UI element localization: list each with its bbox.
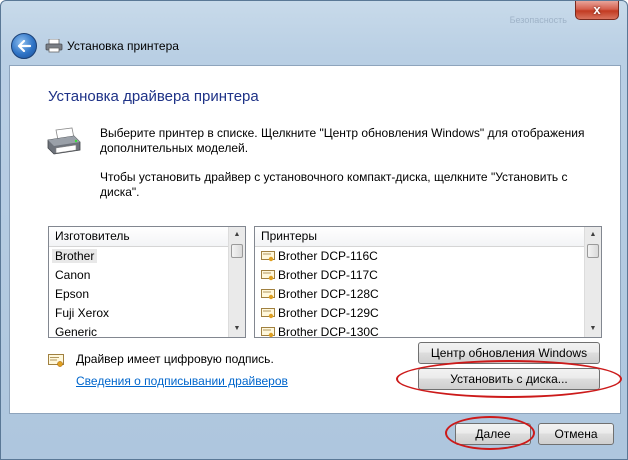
manufacturer-column-header[interactable]: Изготовитель	[49, 227, 245, 247]
list-item[interactable]: Brother DCP-128C	[255, 285, 601, 304]
scroll-thumb[interactable]	[587, 244, 599, 258]
list-item[interactable]: Brother DCP-117C	[255, 266, 601, 285]
certificate-icon	[261, 327, 275, 337]
printer-list[interactable]: Принтеры Brother DCP-116C Brother DCP-11…	[254, 226, 602, 338]
scroll-up-arrow-icon[interactable]: ▲	[585, 227, 601, 243]
signature-status-text: Драйвер имеет цифровую подпись.	[76, 352, 274, 366]
page-title: Установка принтера	[67, 39, 179, 53]
scroll-thumb[interactable]	[231, 244, 243, 258]
list-item-label: Brother DCP-128C	[278, 287, 379, 301]
next-button[interactable]: Далее	[455, 423, 531, 445]
certificate-icon	[261, 308, 275, 319]
list-item-label: Fuji Xerox	[55, 306, 110, 320]
certificate-icon	[261, 289, 275, 300]
certificate-icon	[261, 270, 275, 281]
list-item[interactable]: Brother DCP-116C	[255, 247, 601, 266]
list-item-label: Generic	[55, 325, 98, 338]
dialog-window: Безопасность x Установка принтера Устано…	[0, 0, 628, 460]
list-item-label: Canon	[55, 268, 91, 282]
list-item-label: Brother DCP-129C	[278, 306, 379, 320]
windows-update-button[interactable]: Центр обновления Windows	[418, 342, 600, 364]
list-item[interactable]: Fuji Xerox	[49, 304, 245, 323]
close-button[interactable]: x	[575, 1, 619, 20]
back-arrow-icon	[17, 40, 31, 52]
dialog-footer: Далее Отмена	[1, 414, 627, 460]
signed-certificate-icon	[48, 354, 64, 367]
instruction-text-1: Выберите принтер в списке. Щелкните "Цен…	[100, 126, 585, 155]
manufacturer-scrollbar[interactable]: ▲ ▼	[228, 227, 245, 337]
list-item-label: Brother DCP-117C	[278, 268, 378, 282]
certificate-icon	[261, 251, 275, 262]
list-item[interactable]: Generic	[49, 323, 245, 338]
list-item[interactable]: Brother DCP-129C	[255, 304, 601, 323]
printer-scrollbar[interactable]: ▲ ▼	[584, 227, 601, 337]
printer-icon	[45, 39, 63, 53]
manufacturer-list[interactable]: Изготовитель Brother Canon Epson Fuji Xe…	[48, 226, 246, 338]
scroll-up-arrow-icon[interactable]: ▲	[229, 227, 245, 243]
cancel-button[interactable]: Отмена	[538, 423, 614, 445]
list-item-label: Brother	[52, 249, 98, 263]
list-item-label: Brother DCP-116C	[278, 249, 378, 263]
instruction-text-2: Чтобы установить драйвер с установочного…	[100, 170, 568, 199]
have-disk-button[interactable]: Установить с диска...	[418, 368, 600, 390]
content-panel: Установка драйвера принтера Выберите при…	[9, 65, 622, 414]
driver-signing-link[interactable]: Сведения о подписывании драйверов	[76, 374, 288, 388]
list-item[interactable]: Epson	[49, 285, 245, 304]
title-ghost-text: Безопасность	[509, 15, 567, 25]
title-bar: Безопасность x	[1, 1, 627, 29]
list-item[interactable]: Canon	[49, 266, 245, 285]
section-heading: Установка драйвера принтера	[48, 88, 259, 105]
list-item-label: Brother DCP-130C	[278, 325, 379, 338]
list-item[interactable]: Brother	[49, 247, 245, 266]
printer-icon	[47, 127, 81, 155]
list-item[interactable]: Brother DCP-130C	[255, 323, 601, 338]
scroll-down-arrow-icon[interactable]: ▼	[585, 321, 601, 337]
list-item-label: Epson	[55, 287, 90, 301]
back-button[interactable]	[11, 33, 37, 59]
printer-column-header[interactable]: Принтеры	[255, 227, 601, 247]
scroll-down-arrow-icon[interactable]: ▼	[229, 321, 245, 337]
navigation-bar: Установка принтера	[1, 29, 627, 65]
